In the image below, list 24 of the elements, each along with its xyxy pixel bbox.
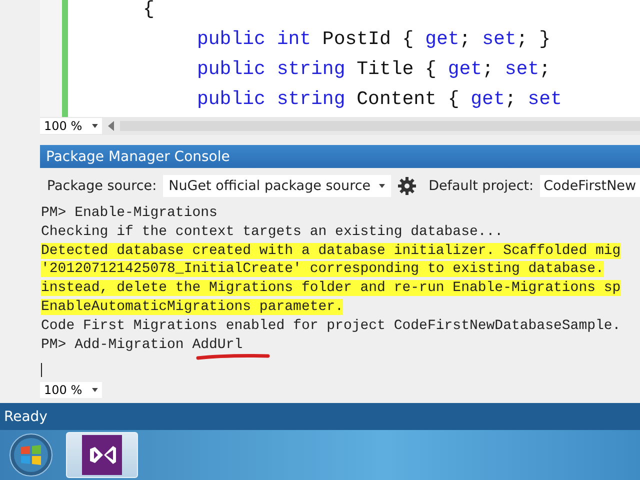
package-source-dropdown[interactable]: NuGet official package source (162, 175, 391, 197)
code-line: public string Content { get; set (197, 87, 562, 112)
zoom-dropdown[interactable]: 100 % (40, 118, 102, 134)
console-line: Checking if the context targets an existing database... (41, 224, 504, 240)
caret-icon (92, 388, 98, 392)
caret-icon (378, 184, 385, 188)
start-button[interactable] (8, 432, 54, 478)
default-project-label: Default project: (428, 178, 534, 194)
package-source-label: Package source: (47, 178, 157, 194)
code-line: public int PostId { get; set; } (197, 27, 551, 52)
status-text: Ready (0, 403, 640, 430)
default-project-dropdown[interactable]: CodeFirstNew (540, 175, 640, 197)
console-line: PM> Enable-Migrations (41, 205, 218, 221)
visual-studio-taskbar-button[interactable] (66, 432, 138, 478)
console-line: Code First Migrations enabled for project CodeFirstNewDatabaseSample. (41, 318, 621, 334)
code-line: { (143, 0, 154, 22)
text-cursor (41, 363, 42, 377)
zoom-dropdown[interactable]: 100 % (40, 382, 102, 398)
console-line: PM> Add-Migration AddUrl (41, 336, 243, 353)
panel-title: Package Manager Console (40, 145, 640, 168)
code-line: public string Title { get; set; (197, 57, 551, 82)
scroll-left-icon[interactable] (108, 121, 114, 131)
caret-icon (92, 124, 98, 128)
settings-icon[interactable] (396, 176, 417, 196)
